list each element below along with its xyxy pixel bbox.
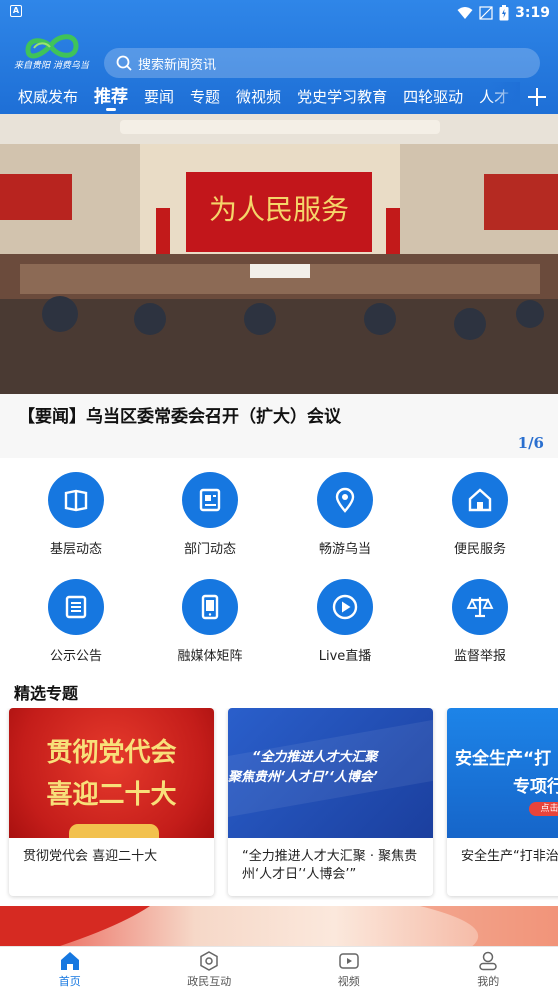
card-image-text: 贯彻党代会 xyxy=(46,738,177,768)
nav-label: 视频 xyxy=(337,975,360,988)
location-pin-icon xyxy=(317,472,373,528)
tab-authoritative-release[interactable]: 权威发布 xyxy=(0,82,86,114)
quick-link-public-service[interactable]: 便民服务 xyxy=(420,462,540,562)
status-bar: A 3:19 xyxy=(0,0,558,26)
tab-topics[interactable]: 专题 xyxy=(182,82,228,114)
card-image-decor xyxy=(69,824,159,838)
tab-headlines[interactable]: 要闻 xyxy=(136,82,182,114)
tab-party-history[interactable]: 党史学习教育 xyxy=(289,82,395,114)
banner-caption-area: 【要闻】乌当区委常委会召开（扩大）会议 1/6 xyxy=(0,394,558,458)
wifi-icon xyxy=(457,7,473,19)
card-title: “全力推进人才大汇聚 · 聚焦贵州‘人才日’‘人博会’” xyxy=(242,849,418,882)
battery-icon xyxy=(499,5,509,21)
quick-link-report[interactable]: 监督举报 xyxy=(420,569,540,669)
no-signal-icon xyxy=(479,6,493,20)
promo-banner[interactable] xyxy=(0,906,558,948)
tab-micro-video[interactable]: 微视频 xyxy=(228,82,289,114)
quick-link-label: 部门动态 xyxy=(183,542,236,557)
quick-link-live[interactable]: Live直播 xyxy=(285,569,405,669)
card-image: “全力推进人才大汇聚 聚焦贵州‘人才日’‘人博会’ xyxy=(228,708,433,838)
card-image: 贯彻党代会 喜迎二十大 xyxy=(9,708,214,838)
meeting-photo: 为人民服务 xyxy=(0,114,558,394)
featured-section-title: 精选专题 xyxy=(14,684,79,703)
banner-caption[interactable]: 【要闻】乌当区委常委会召开（扩大）会议 xyxy=(18,402,341,427)
card-title: 贯彻党代会 喜迎二十大 xyxy=(23,849,158,864)
card-image-text: 聚焦贵州‘人才日’‘人博会’ xyxy=(228,770,378,785)
app-header: A 3:19 来自贵阳 消费乌当 搜索新闻资讯 权威发布 推荐 要闻 专题 微视… xyxy=(0,0,558,114)
home-icon xyxy=(452,472,508,528)
newspaper-icon xyxy=(182,472,238,528)
news-banner-carousel[interactable]: 为人民服务 xyxy=(0,114,558,394)
home-icon xyxy=(60,952,79,970)
tab-four-wheel-drive[interactable]: 四轮驱动 xyxy=(395,82,471,114)
card-image: 安全生产“打 专项行 点击查 xyxy=(447,708,558,838)
search-bar[interactable]: 搜索新闻资讯 xyxy=(104,48,540,78)
scales-icon xyxy=(452,579,508,635)
quick-link-media-matrix[interactable]: 融媒体矩阵 xyxy=(150,569,270,669)
card-image-text: 安全生产“打 xyxy=(455,749,552,769)
play-icon xyxy=(317,579,373,635)
category-tabs: 权威发布 推荐 要闻 专题 微视频 党史学习教育 四轮驱动 人才 xyxy=(0,82,520,114)
featured-card[interactable]: 安全生产“打 专项行 点击查 安全生产“打非治违 xyxy=(447,708,558,896)
nav-label: 首页 xyxy=(58,975,81,988)
featured-card[interactable]: “全力推进人才大汇聚 聚焦贵州‘人才日’‘人博会’ “全力推进人才大汇聚 · 聚… xyxy=(228,708,433,896)
card-title: 安全生产“打非治违 xyxy=(461,849,558,864)
card-image-badge: 点击查 xyxy=(529,802,558,816)
quick-link-label: 公示公告 xyxy=(49,649,102,664)
featured-card[interactable]: 贯彻党代会 喜迎二十大 贯彻党代会 喜迎二十大 xyxy=(9,708,214,896)
nav-label: 政民互动 xyxy=(187,975,232,988)
add-channel-icon[interactable] xyxy=(524,84,550,110)
nav-home[interactable]: 首页 xyxy=(0,947,140,992)
quick-link-label: 融媒体矩阵 xyxy=(177,649,243,664)
tabs-fade xyxy=(490,82,520,114)
search-placeholder: 搜索新闻资讯 xyxy=(138,57,217,73)
quick-link-public-notice[interactable]: 公示公告 xyxy=(16,569,136,669)
interaction-icon xyxy=(200,951,218,971)
user-icon xyxy=(479,951,497,971)
book-icon xyxy=(48,472,104,528)
nav-video[interactable]: 视频 xyxy=(279,947,419,992)
status-icons: 3:19 xyxy=(457,3,550,23)
promo-decor xyxy=(0,906,558,948)
clock-time: 3:19 xyxy=(515,5,550,21)
card-image-text: 专项行 xyxy=(513,777,558,797)
featured-cards: 贯彻党代会 喜迎二十大 贯彻党代会 喜迎二十大 “全力推进人才大汇聚 聚焦贵州‘… xyxy=(0,708,558,900)
nav-label: 我的 xyxy=(477,975,500,988)
card-image-text: 喜迎二十大 xyxy=(46,780,177,810)
quick-link-tour-wudang[interactable]: 畅游乌当 xyxy=(285,462,405,562)
tab-recommended[interactable]: 推荐 xyxy=(86,82,136,114)
nav-interaction[interactable]: 政民互动 xyxy=(140,947,280,992)
quick-link-grassroots-news[interactable]: 基层动态 xyxy=(16,462,136,562)
notification-app-icon: A xyxy=(10,5,22,17)
quick-links-grid: 基层动态 部门动态 畅游乌当 便民服务 公示公告 融媒体矩阵 Live直播 监督… xyxy=(0,462,558,676)
banner-backdrop-text: 为人民服务 xyxy=(209,193,349,226)
list-icon xyxy=(48,579,104,635)
card-image-text: “全力推进人才大汇聚 xyxy=(252,750,378,765)
video-icon xyxy=(339,953,359,969)
bottom-navigation: 首页 政民互动 视频 我的 xyxy=(0,946,558,992)
quick-link-label: Live直播 xyxy=(318,649,372,664)
logo-slogan: 来自贵阳 消费乌当 xyxy=(14,61,89,71)
quick-link-label: 便民服务 xyxy=(453,542,506,557)
carousel-page-indicator: 1/6 xyxy=(517,434,544,452)
search-icon xyxy=(116,55,132,71)
tablet-icon xyxy=(182,579,238,635)
nav-profile[interactable]: 我的 xyxy=(419,947,558,992)
quick-link-label: 监督举报 xyxy=(453,649,506,664)
quick-link-label: 基层动态 xyxy=(49,542,102,557)
quick-link-label: 畅游乌当 xyxy=(318,542,371,557)
quick-link-department-news[interactable]: 部门动态 xyxy=(150,462,270,562)
